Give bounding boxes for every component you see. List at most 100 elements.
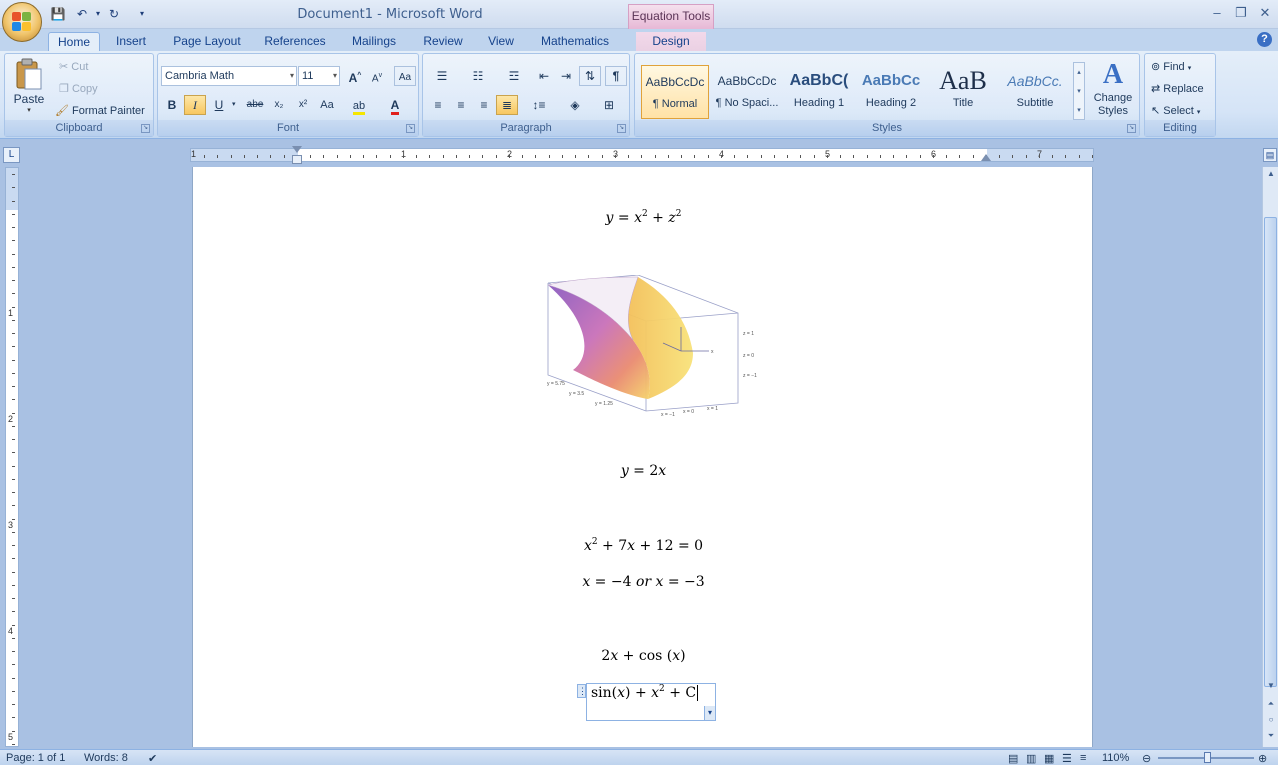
find-button[interactable]: ⊚ Find ▾ — [1151, 60, 1191, 73]
font-size-combo[interactable]: 11 ▾ — [298, 66, 340, 86]
outline-icon[interactable]: ☰ — [1062, 752, 1072, 765]
close-icon[interactable]: ✕ — [1254, 4, 1276, 22]
font-color-button[interactable]: A — [384, 95, 406, 115]
equation-6[interactable]: sin(x) + x2 + C — [591, 684, 699, 701]
equation-handle-icon[interactable]: ⋮ — [577, 684, 587, 698]
left-indent-marker-icon[interactable] — [292, 155, 302, 164]
equation-5[interactable]: 2x + cos (x) — [193, 648, 1094, 664]
3d-surface-plot[interactable]: x z = 1 z = 0 z = −1 y = 5.75 y = 3.5 y … — [543, 275, 783, 425]
select-button[interactable]: ↖ Select ▾ — [1151, 104, 1200, 117]
tab-home[interactable]: Home — [48, 32, 100, 52]
proofing-icon[interactable]: ✔ — [148, 752, 157, 765]
tab-mathematics[interactable]: Mathematics — [534, 32, 616, 52]
strikethrough-button[interactable]: abe — [244, 95, 266, 115]
numbering-button[interactable]: ☷ — [463, 66, 493, 86]
grow-font-button[interactable]: A^ — [344, 66, 366, 86]
first-line-indent-marker-icon[interactable] — [292, 146, 302, 153]
equation-2[interactable]: y = 2x — [193, 463, 1094, 479]
clear-formatting-button[interactable]: Aa — [394, 66, 416, 86]
style-heading-1[interactable]: AaBbC( Heading 1 — [785, 65, 853, 119]
paragraph-launcher-icon[interactable]: ↘ — [617, 124, 626, 133]
line-spacing-button[interactable]: ↕≡ — [525, 95, 553, 115]
full-screen-reading-icon[interactable]: ▥ — [1026, 752, 1036, 765]
style-heading-2[interactable]: AaBbCc Heading 2 — [857, 65, 925, 119]
change-styles-button[interactable]: A Change Styles — [1089, 58, 1137, 120]
next-page-icon[interactable]: ⏷ — [1264, 729, 1278, 743]
replace-button[interactable]: ⇄ Replace — [1151, 82, 1204, 95]
underline-dropdown-icon[interactable]: ▾ — [232, 100, 236, 108]
clipboard-launcher-icon[interactable]: ↘ — [141, 124, 150, 133]
superscript-button[interactable]: x² — [292, 95, 314, 115]
select-browse-object-icon[interactable]: ○ — [1264, 713, 1278, 727]
document-page[interactable]: y = x2 + z2 x z = 1 z = 0 z = −1 y = 5.7… — [192, 167, 1093, 747]
restore-icon[interactable]: ❐ — [1230, 4, 1252, 22]
style-no-spacing[interactable]: AaBbCcDc ¶ No Spaci... — [713, 65, 781, 119]
shading-button[interactable]: ◈ — [561, 95, 589, 115]
show-formatting-button[interactable]: ¶ — [605, 66, 627, 86]
style-subtitle[interactable]: AaBbCc. Subtitle — [1001, 65, 1069, 119]
equation-3[interactable]: x2 + 7x + 12 = 0 — [193, 537, 1094, 554]
tab-page-layout[interactable]: Page Layout — [168, 32, 246, 52]
subscript-button[interactable]: x₂ — [268, 95, 290, 115]
align-right-button[interactable]: ≡ — [473, 95, 495, 115]
copy-button[interactable]: ❐ Copy — [59, 82, 98, 95]
change-case-button[interactable]: Aa — [316, 95, 338, 115]
zoom-in-icon[interactable]: ⊕ — [1258, 752, 1267, 765]
style-title[interactable]: AaB Title — [929, 65, 997, 119]
minimize-icon[interactable]: – — [1206, 4, 1228, 22]
align-left-button[interactable]: ≡ — [427, 95, 449, 115]
scroll-up-icon[interactable]: ▲ — [1264, 167, 1278, 181]
highlight-button[interactable]: ab — [348, 95, 370, 115]
tab-selector-icon[interactable]: L — [3, 147, 20, 163]
office-button[interactable] — [2, 2, 42, 42]
style-normal[interactable]: AaBbCcDc ¶ Normal — [641, 65, 709, 119]
font-name-combo[interactable]: Cambria Math ▾ — [161, 66, 297, 86]
tab-design[interactable]: Design — [636, 32, 706, 52]
zoom-slider-thumb[interactable] — [1204, 752, 1211, 763]
zoom-level[interactable]: 110% — [1102, 752, 1129, 764]
multilevel-list-button[interactable]: ☲ — [499, 66, 529, 86]
tab-view[interactable]: View — [480, 32, 522, 52]
scroll-down-icon[interactable]: ▼ — [1264, 679, 1278, 693]
shrink-font-button[interactable]: Av — [366, 66, 388, 86]
print-layout-icon[interactable]: ▤ — [1008, 752, 1018, 765]
vertical-ruler[interactable]: 1 2 3 4 5 — [5, 167, 19, 747]
paste-button[interactable]: Paste ▾ — [9, 58, 49, 120]
tab-references[interactable]: References — [260, 32, 330, 52]
scroll-thumb[interactable] — [1264, 217, 1277, 687]
italic-button[interactable]: I — [184, 95, 206, 115]
draft-icon[interactable]: ≡ — [1080, 752, 1086, 764]
cut-button[interactable]: ✂ Cut — [59, 60, 88, 73]
view-ruler-icon[interactable]: ▤ — [1263, 148, 1277, 162]
tab-insert[interactable]: Insert — [110, 32, 152, 52]
tab-mailings[interactable]: Mailings — [345, 32, 403, 52]
previous-page-icon[interactable]: ⏶ — [1264, 697, 1278, 711]
font-launcher-icon[interactable]: ↘ — [406, 124, 415, 133]
equation-options-dropdown-icon[interactable]: ▾ — [704, 706, 715, 720]
page-count[interactable]: Page: 1 of 1 — [6, 752, 65, 764]
increase-indent-button[interactable]: ⇥ — [555, 66, 577, 86]
bullets-button[interactable]: ☰ — [427, 66, 457, 86]
sort-button[interactable]: ⇅ — [579, 66, 601, 86]
active-equation-box[interactable]: ⋮ sin(x) + x2 + C ▾ — [577, 683, 716, 721]
horizontal-ruler[interactable]: 1 1 2 3 4 5 6 7 — [190, 148, 1094, 162]
word-count[interactable]: Words: 8 — [84, 752, 128, 764]
styles-launcher-icon[interactable]: ↘ — [1127, 124, 1136, 133]
style-preview: AaBbCc — [861, 72, 921, 89]
vertical-scrollbar[interactable]: ▲ ▼ ⏶ ○ ⏷ — [1262, 167, 1278, 747]
web-layout-icon[interactable]: ▦ — [1044, 752, 1054, 765]
equation-4[interactable]: x = −4 or x = −3 — [193, 574, 1094, 590]
bold-button[interactable]: B — [161, 95, 183, 115]
borders-button[interactable]: ⊞ — [595, 95, 623, 115]
underline-button[interactable]: U — [208, 95, 230, 115]
zoom-out-icon[interactable]: ⊖ — [1142, 752, 1151, 765]
tab-review[interactable]: Review — [418, 32, 468, 52]
equation-1[interactable]: y = x2 + z2 — [193, 209, 1094, 226]
help-icon[interactable]: ? — [1257, 32, 1272, 47]
justify-button[interactable]: ≣ — [496, 95, 518, 115]
styles-scroll[interactable]: ▴ ▾ ▾ — [1073, 62, 1085, 120]
right-indent-marker-icon[interactable] — [981, 154, 991, 161]
align-center-button[interactable]: ≡ — [450, 95, 472, 115]
decrease-indent-button[interactable]: ⇤ — [533, 66, 555, 86]
format-painter-button[interactable]: 🖌 Format Painter — [55, 104, 145, 117]
